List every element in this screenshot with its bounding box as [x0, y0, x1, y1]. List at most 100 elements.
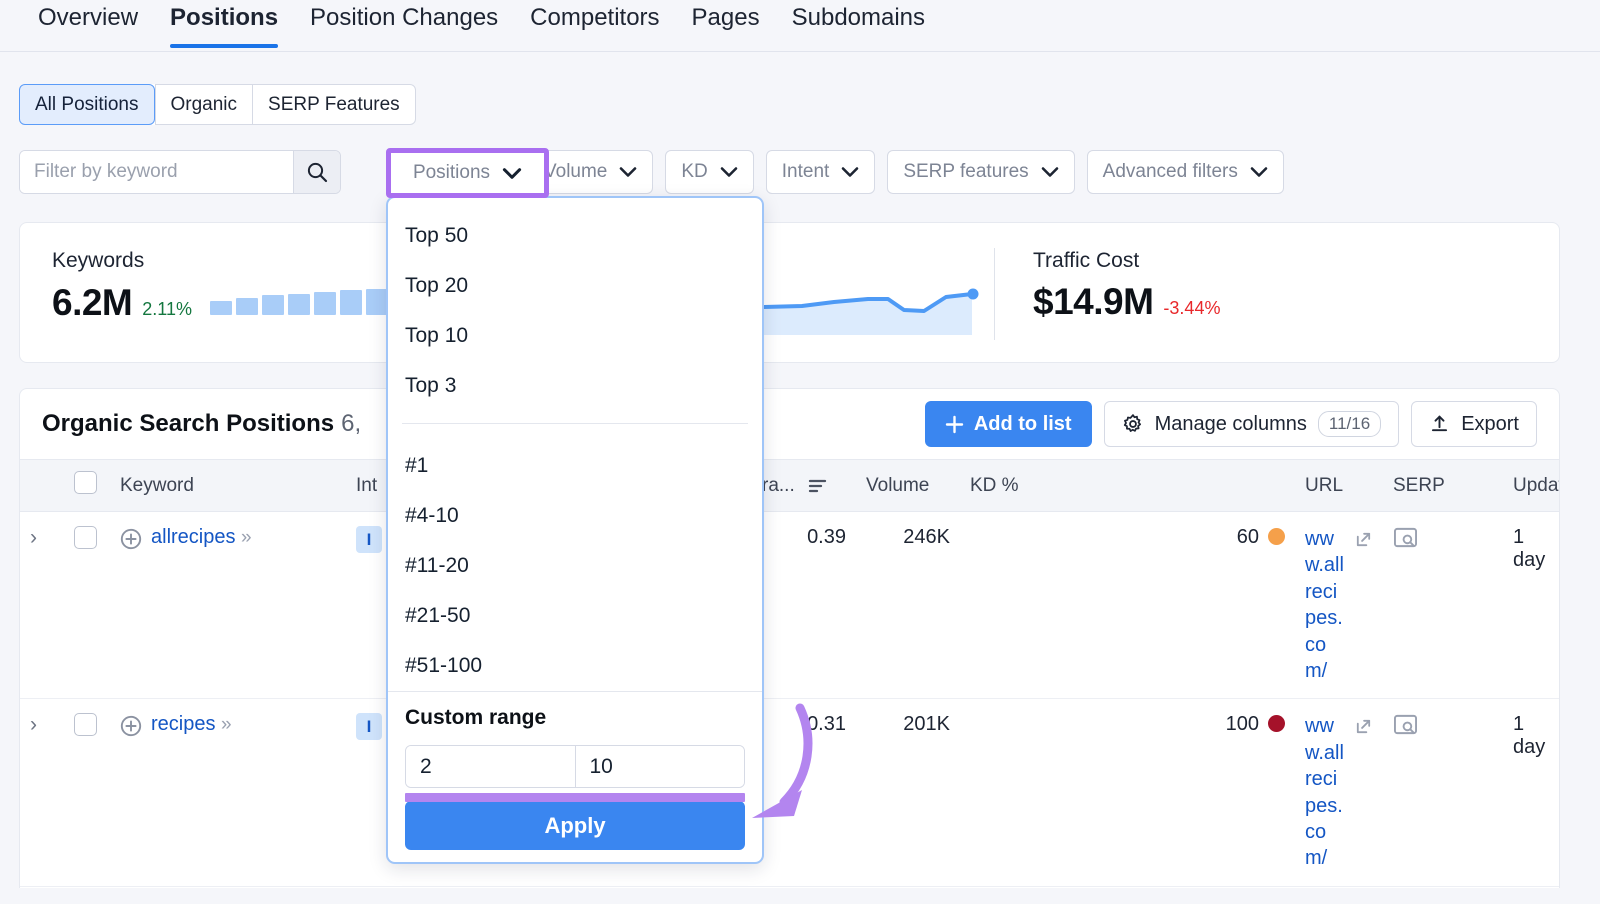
- row-serp-cell[interactable]: [1383, 699, 1503, 886]
- filter-chip-positions-label: Positions: [413, 162, 490, 184]
- chevron-down-icon: [720, 166, 738, 178]
- th-updated[interactable]: Updated: [1503, 460, 1559, 512]
- table-row[interactable]: ›banana bread recipe »0.21823K79www.allr…: [20, 886, 1559, 888]
- intent-badge[interactable]: I: [356, 526, 382, 553]
- row-expand-cell[interactable]: ›: [20, 699, 64, 886]
- row-select-cell[interactable]: [64, 512, 110, 699]
- row-serp-cell[interactable]: [1383, 512, 1503, 699]
- nav-tab-position-changes[interactable]: Position Changes: [294, 0, 514, 48]
- add-keyword-icon[interactable]: [120, 715, 142, 737]
- table-body: ›allrecipes »I0.39246K60www.allrecipes.c…: [20, 512, 1559, 889]
- summary-stats-card: Keywords 6.2M 2.11% Traffic Cost $14.9M …: [19, 222, 1560, 363]
- keyword-link[interactable]: allrecipes: [151, 526, 235, 548]
- sparkline-bar: [288, 294, 310, 315]
- nav-tab-pages[interactable]: Pages: [676, 0, 776, 48]
- row-updated-cell: 1 day: [1503, 699, 1559, 886]
- row-url-cell: www.allrecipes.com/: [1295, 699, 1383, 886]
- segment-serp-features[interactable]: SERP Features: [252, 84, 416, 125]
- manage-columns-button[interactable]: Manage columns 11/16: [1104, 401, 1400, 447]
- keyword-link[interactable]: recipes: [151, 713, 215, 735]
- dropdown-item-rank-21-50[interactable]: #21-50: [388, 591, 762, 641]
- url-link[interactable]: www.allrecipes.com/: [1305, 713, 1346, 871]
- serp-preview-icon[interactable]: [1393, 526, 1418, 549]
- row-url-cell: www.allrecipes.com/recipe/20144/banana-b…: [1295, 886, 1383, 888]
- traffic-cost-stat: Traffic Cost $14.9M -3.44%: [1033, 249, 1220, 323]
- row-select-cell[interactable]: [64, 699, 110, 886]
- dropdown-item-top-3[interactable]: Top 3: [388, 361, 762, 411]
- segment-all-positions[interactable]: All Positions: [19, 84, 155, 125]
- export-button[interactable]: Export: [1411, 401, 1537, 447]
- sparkline-bar: [210, 301, 232, 315]
- row-select-cell[interactable]: [64, 886, 110, 888]
- external-link-icon[interactable]: [1354, 717, 1373, 736]
- expand-row-chevron-icon[interactable]: ›: [30, 526, 37, 549]
- row-traffic-cell: 0.39: [752, 512, 856, 699]
- dropdown-divider: [402, 423, 748, 424]
- row-traffic-cell: 0.21: [752, 886, 856, 888]
- organic-positions-table-card: Organic Search Positions 6, Add to list …: [19, 388, 1560, 888]
- filter-chip-intent[interactable]: Intent: [766, 150, 876, 194]
- th-keyword[interactable]: Keyword: [110, 460, 346, 512]
- row-kd-cell: 60: [960, 512, 1295, 699]
- dropdown-item-rank-11-20[interactable]: #11-20: [388, 541, 762, 591]
- row-expand-cell[interactable]: ›: [20, 886, 64, 888]
- row-serp-cell[interactable]: [1383, 886, 1503, 888]
- filter-chip-advanced-filters[interactable]: Advanced filters: [1087, 150, 1284, 194]
- range-from-input[interactable]: [406, 746, 575, 787]
- nav-tab-positions[interactable]: Positions: [154, 0, 294, 48]
- th-traffic[interactable]: ra...: [752, 460, 856, 512]
- dropdown-item-rank-4-10[interactable]: #4-10: [388, 491, 762, 541]
- export-label: Export: [1461, 413, 1519, 436]
- sparkline-bar: [366, 289, 388, 315]
- range-to-input[interactable]: [576, 746, 745, 787]
- row-keyword-cell: allrecipes »: [110, 512, 346, 699]
- table-row[interactable]: ›allrecipes »I0.39246K60www.allrecipes.c…: [20, 512, 1559, 699]
- keyword-expand-icon[interactable]: »: [241, 527, 251, 548]
- url-link[interactable]: www.allrecipes.com/: [1305, 526, 1346, 684]
- segment-organic[interactable]: Organic: [155, 84, 253, 125]
- add-to-list-button[interactable]: Add to list: [925, 401, 1092, 447]
- add-keyword-icon[interactable]: [120, 528, 142, 550]
- keyword-expand-icon[interactable]: »: [221, 714, 231, 735]
- sparkline-bar: [340, 290, 362, 315]
- dropdown-item-top-50[interactable]: Top 50: [388, 211, 762, 261]
- table-row[interactable]: ›recipes »I0.31201K100www.allrecipes.com…: [20, 699, 1559, 886]
- chevron-down-icon: [619, 166, 637, 178]
- filter-chip-kd[interactable]: KD: [665, 150, 753, 194]
- row-traffic-cell: 0.31: [752, 699, 856, 886]
- row-checkbox[interactable]: [74, 526, 97, 549]
- th-kd[interactable]: KD %: [960, 460, 1295, 512]
- keyword-filter: [19, 150, 341, 194]
- nav-tab-subdomains[interactable]: Subdomains: [776, 0, 941, 48]
- row-kd-cell: 100: [960, 699, 1295, 886]
- search-button[interactable]: [293, 151, 340, 193]
- intent-badge[interactable]: I: [356, 713, 382, 740]
- traffic-cost-stat-label: Traffic Cost: [1033, 249, 1220, 273]
- filter-chip-serp-features[interactable]: SERP features: [887, 150, 1074, 194]
- row-expand-cell[interactable]: ›: [20, 512, 64, 699]
- th-traffic-label: ra...: [762, 475, 795, 496]
- dropdown-item-top-20[interactable]: Top 20: [388, 261, 762, 311]
- expand-row-chevron-icon[interactable]: ›: [30, 713, 37, 736]
- dropdown-item-rank-1[interactable]: #1: [388, 441, 762, 491]
- manage-columns-label: Manage columns: [1155, 413, 1307, 436]
- apply-button[interactable]: Apply: [405, 801, 745, 850]
- custom-range-title: Custom range: [405, 706, 745, 730]
- serp-preview-icon[interactable]: [1393, 713, 1418, 736]
- row-url-cell: www.allrecipes.com/: [1295, 512, 1383, 699]
- row-checkbox[interactable]: [74, 713, 97, 736]
- th-url[interactable]: URL: [1295, 460, 1383, 512]
- select-all-checkbox[interactable]: [74, 471, 97, 494]
- row-keyword-cell: banana bread recipe »: [110, 886, 346, 888]
- sparkline-bar: [314, 292, 336, 315]
- th-volume[interactable]: Volume: [856, 460, 960, 512]
- external-link-icon[interactable]: [1354, 530, 1373, 549]
- dropdown-item-top-10[interactable]: Top 10: [388, 311, 762, 361]
- filter-chip-positions[interactable]: Positions: [386, 148, 549, 198]
- th-serp[interactable]: SERP: [1383, 460, 1503, 512]
- dropdown-item-rank-51-100[interactable]: #51-100: [388, 641, 762, 691]
- row-updated-cell: 1 day: [1503, 512, 1559, 699]
- search-input[interactable]: [20, 151, 293, 193]
- nav-tab-competitors[interactable]: Competitors: [514, 0, 675, 48]
- nav-tab-overview[interactable]: Overview: [22, 0, 154, 48]
